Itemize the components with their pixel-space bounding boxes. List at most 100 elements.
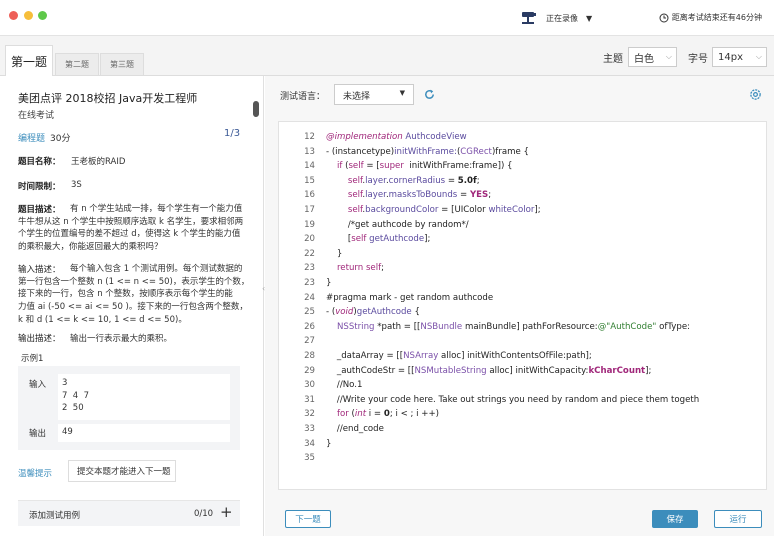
line-number: 27 [304, 336, 315, 347]
exam-title: 美团点评 2018校招 Java开发工程师 [18, 92, 198, 105]
code-panel: 测试语言： 未选择 ▼ 12 @implementation AuthcodeVi… [265, 76, 774, 536]
code-text: self.backgroundColor = [UIColor whiteCol… [347, 205, 541, 215]
code-text: - (instancetype)initWithFrame:(CGRect)fr… [326, 146, 529, 157]
line-number: 15 [304, 175, 315, 186]
exam-timer: 距离考试结束还有46分钟 [659, 12, 762, 23]
code-line[interactable]: 24 #pragma mark - get random authcode [279, 291, 766, 305]
code-text: _dataArray = [[NSArray alloc] initWithCo… [326, 351, 592, 361]
code-line[interactable]: 14 if (self = [super initWithFrame:frame… [279, 159, 766, 173]
hint-link[interactable]: 温馨提示 [18, 467, 52, 479]
code-line[interactable]: 15 self.layer.cornerRadius = 5.0f; [279, 174, 766, 188]
tab-question-1[interactable]: 第一题 [5, 45, 53, 76]
line-number: 24 [304, 292, 315, 303]
example-input-label: 输入 [29, 380, 47, 390]
code-line[interactable]: 26 NSString *path = [[NSBundle mainBundl… [279, 320, 766, 334]
code-line[interactable]: 17 self.backgroundColor = [UIColor white… [279, 203, 766, 217]
code-text: @implementation AuthcodeView [326, 132, 467, 142]
maximize-window-button[interactable] [38, 11, 47, 20]
run-button[interactable]: 运行 [714, 510, 762, 528]
code-line[interactable]: 22 } [279, 247, 766, 261]
question-scrollbar[interactable] [253, 101, 259, 117]
gear-icon[interactable] [749, 88, 762, 101]
code-line[interactable]: 16 self.layer.masksToBounds = YES; [279, 188, 766, 202]
line-number: 12 [304, 132, 315, 142]
line-number: 34 [304, 438, 315, 449]
close-window-button[interactable] [9, 11, 18, 20]
code-text: self.layer.cornerRadius = 5.0f; [347, 175, 480, 186]
window-titlebar: 正在录像 ▼ 距离考试结束还有46分钟 [0, 0, 774, 36]
example-output: 49 [58, 424, 230, 442]
line-number: 30 [304, 380, 315, 391]
next-question-button[interactable]: 下一题 [285, 510, 331, 528]
code-line[interactable]: 31 //Write your code here. Take out stri… [279, 393, 766, 407]
language-select[interactable]: 未选择 ▼ [334, 84, 414, 105]
line-number: 20 [304, 234, 315, 245]
font-size-label: 字号 [688, 54, 708, 65]
time-value: 3S [71, 180, 82, 190]
recording-label: 正在录像 [546, 13, 578, 23]
name-value: 王老板的RAID [71, 157, 126, 167]
line-number: 16 [304, 190, 315, 201]
line-number: 23 [304, 278, 315, 288]
example-box: 输入 3 7 4 7 2 50 输出 49 [18, 366, 240, 450]
code-line[interactable]: 23 return self; [279, 261, 766, 275]
output-desc-label: 输出描述： [18, 334, 61, 344]
line-number: 31 [304, 394, 315, 405]
code-line[interactable]: 19 /*get authcode by random*/ [279, 218, 766, 232]
line-number: 35 [304, 453, 315, 464]
code-text: #pragma mark - get random authcode [326, 292, 494, 303]
code-editor[interactable]: 12 @implementation AuthcodeView 13 - (insta… [278, 121, 767, 490]
time-label: 时间限制： [18, 182, 61, 192]
save-button[interactable]: 保存 [652, 510, 698, 528]
code-text: NSString *path = [[NSBundle mainBundle] … [336, 321, 691, 332]
code-line[interactable]: 12 @implementation AuthcodeView [279, 130, 766, 144]
code-line[interactable]: 28 _dataArray = [[NSArray alloc] initWit… [279, 349, 766, 363]
code-line[interactable]: 34} [279, 437, 766, 451]
exam-subtitle: 在线考试 [18, 111, 55, 121]
code-text: //end_code [326, 424, 384, 434]
code-text: if (self = [super initWithFrame:frame]) … [336, 161, 513, 172]
language-value: 未选择 [343, 92, 371, 102]
hint-tooltip: 提交本题才能进入下一题 [68, 460, 176, 482]
question-page-indicator: 1/3 [224, 128, 241, 139]
chevron-down-icon: ⌵ [665, 52, 672, 61]
line-number: 33 [304, 424, 315, 434]
question-type: 编程题 [18, 134, 46, 144]
code-line[interactable]: 20 [self getAuthcode]; [279, 232, 766, 246]
font-size-value: 14px [718, 51, 743, 63]
code-text: } [326, 278, 332, 288]
chevron-down-icon[interactable]: ▼ [586, 14, 592, 23]
code-line[interactable]: 25 - (void)getAuthcode { [279, 305, 766, 319]
theme-select[interactable]: 白色 ⌵ [628, 47, 677, 67]
question-score: 30分 [50, 134, 71, 144]
code-line[interactable]: 29 _authCodeStr = [[NSMutableString allo… [279, 364, 766, 378]
refresh-icon[interactable] [423, 88, 436, 101]
code-line[interactable]: 33 //end_code [279, 422, 766, 436]
language-label: 测试语言： [280, 92, 326, 102]
minimize-window-button[interactable] [24, 11, 33, 20]
code-line[interactable]: 32 for (int i = 0; i < ; i ++) [279, 407, 766, 421]
line-number: 23 [304, 263, 315, 274]
code-line[interactable]: 30 //No.1 [279, 378, 766, 392]
recording-indicator[interactable]: 正在录像 ▼ [520, 9, 592, 27]
plus-icon[interactable]: + [220, 503, 233, 521]
theme-value: 白色 [634, 53, 654, 65]
tab-question-2[interactable]: 第二题 [55, 53, 99, 75]
code-text: /*get authcode by random*/ [326, 219, 469, 230]
code-line[interactable]: 13 - (instancetype)initWithFrame:(CGRect)… [279, 145, 766, 159]
code-text: [self getAuthcode]; [326, 234, 431, 245]
line-number: 29 [304, 365, 315, 376]
timer-text: 距离考试结束还有46分钟 [671, 13, 762, 22]
font-size-select[interactable]: 14px ⌵ [712, 47, 767, 67]
code-line[interactable]: 23} [279, 276, 766, 290]
line-number: 19 [304, 219, 315, 230]
code-text: for (int i = 0; i < ; i ++) [336, 409, 440, 420]
example-label: 示例1 [21, 354, 44, 364]
clock-icon [659, 13, 669, 22]
code-line[interactable]: 35 [279, 451, 766, 465]
code-line[interactable]: 27 [279, 334, 766, 348]
desc-text: 有 n 个学生站成一排，每个学生有一个能力值 牛牛想从这 n 个学生中按照顺序选… [18, 204, 244, 253]
tab-question-3[interactable]: 第三题 [100, 53, 144, 75]
example-input: 3 7 4 7 2 50 [58, 374, 230, 420]
add-test-case-bar[interactable]: 添加测试用例 0/10 + [18, 500, 240, 526]
